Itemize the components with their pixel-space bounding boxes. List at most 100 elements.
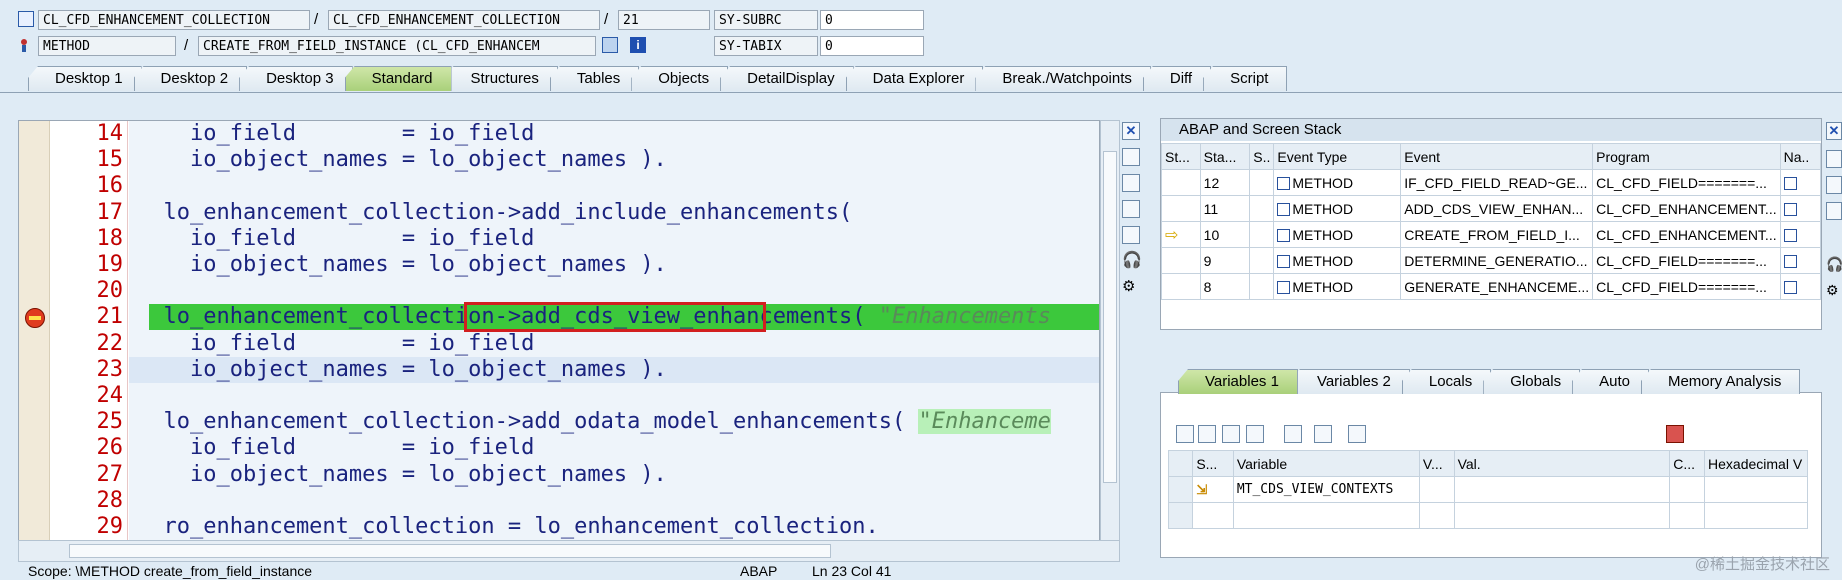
- headset-icon[interactable]: 🎧: [1122, 252, 1142, 270]
- code-line[interactable]: io_object_names = lo_object_names ).: [137, 147, 667, 173]
- line-number: 21: [96, 304, 124, 330]
- col-c[interactable]: C...: [1669, 450, 1706, 477]
- col-variable[interactable]: Variable: [1232, 450, 1420, 477]
- tab-tables[interactable]: Tables: [549, 66, 640, 91]
- code-line[interactable]: lo_enhancement_collection->add_include_e…: [137, 200, 852, 226]
- code-line[interactable]: io_field = io_field: [137, 331, 534, 357]
- code-line[interactable]: ro_enhancement_collection = lo_enhanceme…: [137, 514, 878, 540]
- tool-icon[interactable]: ⚙: [1122, 278, 1140, 296]
- tab-memory-analysis[interactable]: Memory Analysis: [1640, 369, 1801, 394]
- tab-variables-1[interactable]: Variables 1: [1178, 369, 1298, 394]
- maximize-icon[interactable]: [1826, 176, 1842, 194]
- col-s[interactable]: S..: [1249, 143, 1275, 170]
- editor-vertical-scrollbar[interactable]: [1100, 120, 1120, 542]
- code-line[interactable]: io_object_names = lo_object_names ).: [137, 252, 667, 278]
- table-row[interactable]: ⇨ 10 METHOD CREATE_FROM_FIELD_I... CL_CF…: [1161, 221, 1822, 248]
- info-icon[interactable]: i: [630, 37, 646, 53]
- navigate-icon[interactable]: [1783, 229, 1797, 243]
- close-icon[interactable]: ✕: [1826, 122, 1842, 140]
- navigate-icon[interactable]: [1783, 203, 1797, 217]
- col-value[interactable]: Val.: [1453, 450, 1671, 477]
- col-st[interactable]: St...: [1161, 143, 1201, 170]
- tab-standard[interactable]: Standard: [344, 66, 452, 91]
- scroll-thumb[interactable]: [1103, 151, 1117, 483]
- table-row[interactable]: 8 METHOD GENERATE_ENHANCEME... CL_CFD_FI…: [1161, 273, 1822, 300]
- export-icon[interactable]: [1246, 425, 1264, 443]
- table-row[interactable]: 11 METHOD ADD_CDS_VIEW_ENHAN... CL_CFD_E…: [1161, 195, 1822, 222]
- tab-auto[interactable]: Auto: [1572, 369, 1649, 394]
- sort-icon[interactable]: [1826, 202, 1842, 220]
- include-field[interactable]: CL_CFD_ENHANCEMENT_COLLECTION: [328, 10, 600, 30]
- col-program[interactable]: Program: [1592, 143, 1781, 170]
- separator: /: [604, 11, 609, 28]
- tab-desktop-2[interactable]: Desktop 2: [133, 66, 248, 91]
- line-number: 19: [96, 252, 124, 277]
- code-line[interactable]: io_object_names = lo_object_names ).: [137, 357, 667, 383]
- sy-tabix-value[interactable]: 0: [820, 36, 924, 56]
- variable-name[interactable]: MT_CDS_VIEW_CONTEXTS: [1232, 476, 1420, 503]
- table-row[interactable]: [1167, 502, 1808, 529]
- tab-desktop-1[interactable]: Desktop 1: [28, 66, 142, 91]
- folder-icon[interactable]: [1348, 425, 1366, 443]
- hierarchy-icon[interactable]: [1284, 425, 1302, 443]
- event: CREATE_FROM_FIELD_I...: [1400, 221, 1594, 248]
- navigate-icon[interactable]: [1783, 177, 1797, 191]
- type-field[interactable]: METHOD: [38, 36, 176, 56]
- close-icon[interactable]: ✕: [1122, 122, 1140, 140]
- split-icon[interactable]: [1122, 174, 1140, 192]
- tool-icon[interactable]: ⚙: [1826, 282, 1842, 300]
- col-stack-level[interactable]: Sta...: [1199, 143, 1251, 170]
- code-line[interactable]: io_object_names = lo_object_names ).: [137, 462, 667, 488]
- maximize-icon[interactable]: [1122, 200, 1140, 218]
- col-name[interactable]: Na..: [1779, 143, 1822, 170]
- tab-detaildisplay[interactable]: DetailDisplay: [720, 66, 854, 91]
- paste-icon[interactable]: [1222, 425, 1240, 443]
- navigate-icon[interactable]: [1783, 281, 1797, 295]
- col-s[interactable]: S...: [1192, 450, 1234, 477]
- tab-variables-2[interactable]: Variables 2: [1289, 369, 1410, 394]
- code-line[interactable]: lo_enhancement_collection->add_odata_mod…: [137, 409, 1051, 435]
- line-field[interactable]: 21: [618, 10, 710, 30]
- line-number: 20: [96, 278, 124, 304]
- editor-horizontal-scrollbar[interactable]: [18, 540, 1120, 562]
- col-hex[interactable]: Hexadecimal V: [1704, 450, 1808, 477]
- method-field[interactable]: CREATE_FROM_FIELD_INSTANCE (CL_CFD_ENHAN…: [198, 36, 596, 56]
- tab-breakpoints[interactable]: Break./Watchpoints: [975, 66, 1151, 91]
- col-v[interactable]: V...: [1418, 450, 1455, 477]
- tab-locals[interactable]: Locals: [1401, 369, 1492, 394]
- tab-structures[interactable]: Structures: [443, 66, 558, 91]
- col-event[interactable]: Event: [1400, 143, 1594, 170]
- code-line[interactable]: io_field = io_field: [137, 121, 534, 147]
- split-icon[interactable]: [1826, 150, 1842, 168]
- code-line[interactable]: io_field = io_field: [137, 435, 534, 461]
- navigate-icon[interactable]: [1783, 255, 1797, 269]
- method-icon: [18, 37, 34, 53]
- delete-icon[interactable]: [1176, 425, 1194, 443]
- scroll-thumb[interactable]: [69, 544, 831, 558]
- code-line[interactable]: io_field = io_field: [137, 226, 534, 252]
- tab-desktop-3[interactable]: Desktop 3: [239, 66, 353, 91]
- line-number: 26: [96, 435, 124, 461]
- table-row[interactable]: 9 METHOD DETERMINE_GENERATIO... CL_CFD_F…: [1161, 247, 1822, 274]
- table-icon[interactable]: [602, 37, 618, 53]
- tab-objects[interactable]: Objects: [631, 66, 729, 91]
- class-field[interactable]: CL_CFD_ENHANCEMENT_COLLECTION: [38, 10, 310, 30]
- tab-data-explorer[interactable]: Data Explorer: [845, 66, 984, 91]
- col-event-type[interactable]: Event Type: [1273, 143, 1402, 170]
- tab-diff[interactable]: Diff: [1142, 66, 1212, 91]
- transfer-icon[interactable]: [1314, 425, 1332, 443]
- sy-subrc-value[interactable]: 0: [820, 10, 924, 30]
- code-editor[interactable]: 14 io_field = io_field 15 io_object_names…: [18, 120, 1100, 562]
- swap-icon[interactable]: [1122, 226, 1140, 244]
- copy-icon[interactable]: [1198, 425, 1216, 443]
- tab-globals[interactable]: Globals: [1483, 369, 1581, 394]
- table-row[interactable]: 12 METHOD IF_CFD_FIELD_READ~GE... CL_CFD…: [1161, 169, 1822, 196]
- line-number: 27: [96, 461, 124, 487]
- variable-tabs: Variables 1 Variables 2 Locals Globals A…: [1178, 369, 1801, 395]
- breakpoint-gutter[interactable]: [19, 121, 50, 561]
- headset-icon[interactable]: 🎧: [1826, 256, 1842, 274]
- table-row[interactable]: ⇲ MT_CDS_VIEW_CONTEXTS: [1167, 476, 1808, 503]
- new-icon[interactable]: [1122, 148, 1140, 166]
- tab-script[interactable]: Script: [1203, 66, 1288, 91]
- save-icon[interactable]: [1666, 425, 1684, 443]
